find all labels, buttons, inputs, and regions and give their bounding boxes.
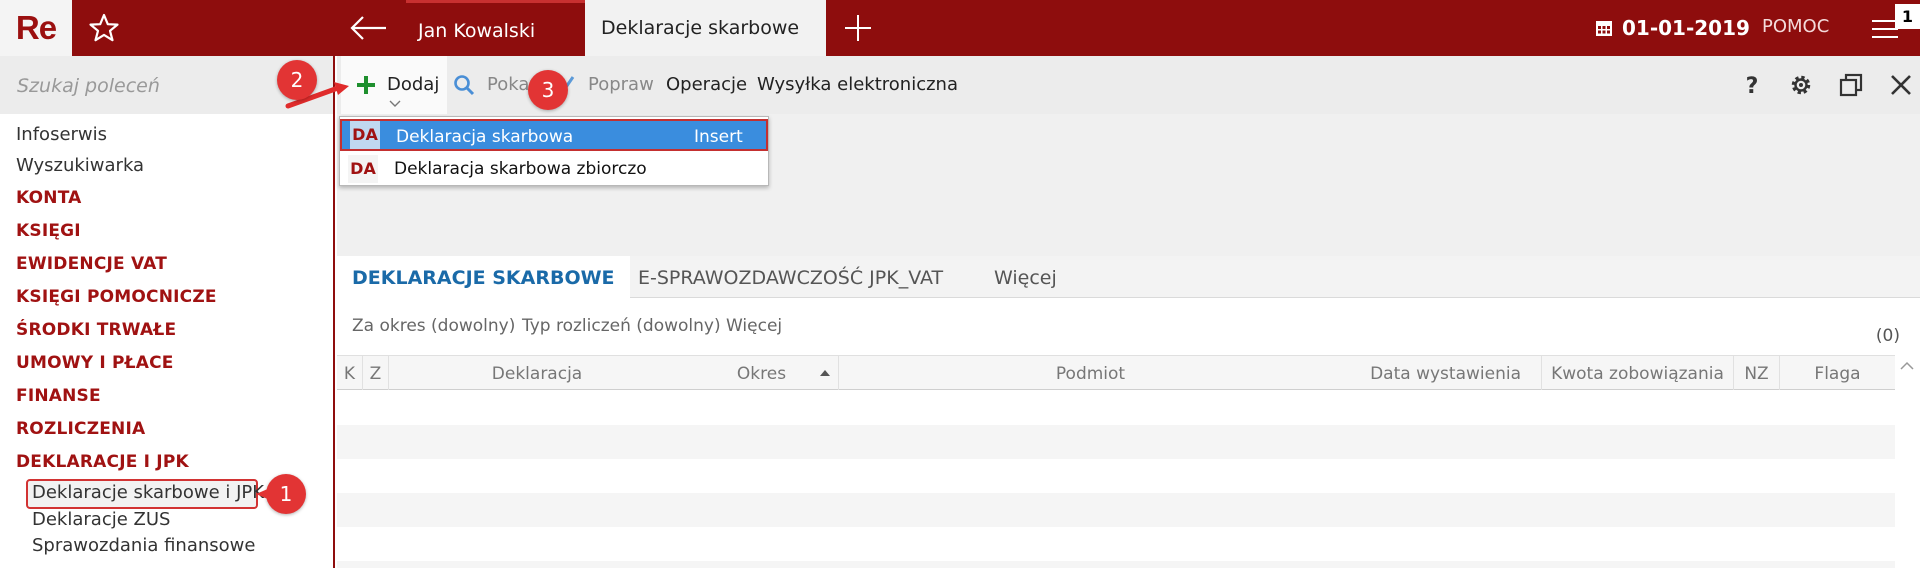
sidebar-item-ewidencje-vat[interactable]: EWIDENCJE VAT (16, 252, 167, 276)
menu-item-label: Deklaracja skarbowa zbiorczo (394, 159, 647, 179)
annotation-marker-2: 2 (277, 60, 317, 100)
chevron-down-icon (389, 100, 401, 107)
tab-e-sprawozdawczosc[interactable]: E-SPRAWOZDAWCZOŚĆ JPK_VAT (638, 256, 943, 298)
sidebar-item-umowy-i-place[interactable]: UMOWY I PŁACE (16, 351, 174, 375)
column-k[interactable]: K (337, 356, 363, 390)
menu-item-deklaracja-skarbowa-zbiorczo[interactable]: DA Deklaracja skarbowa zbiorczo (340, 153, 768, 185)
edit-button[interactable]: Popraw (588, 56, 654, 114)
calendar-icon[interactable] (1594, 18, 1614, 38)
restore-window-icon[interactable] (1838, 72, 1864, 98)
add-dropdown-menu: DA Deklaracja skarbowa Insert DA Deklara… (339, 116, 769, 186)
plus-icon (357, 76, 375, 94)
operations-menu[interactable]: Operacje (666, 56, 747, 114)
filter-settlement-type[interactable]: Typ rozliczeń (dowolny) (522, 299, 721, 351)
document-tabs: DEKLARACJE SKARBOWE E-SPRAWOZDAWCZOŚĆ JP… (337, 256, 1920, 298)
back-arrow-icon[interactable] (346, 10, 392, 46)
current-date[interactable]: 01-01-2019 (1622, 0, 1750, 56)
document-code-badge: DA (348, 155, 378, 183)
sidebar-item-sprawozdania-finansowe[interactable]: Sprawozdania finansowe (32, 534, 255, 558)
sidebar-item-wyszukiwarka[interactable]: Wyszukiwarka (16, 154, 144, 178)
column-podmiot[interactable]: Podmiot (839, 356, 1342, 390)
sidebar-item-konta[interactable]: KONTA (16, 186, 82, 210)
column-okres[interactable]: Okres (685, 356, 839, 390)
table-row (337, 493, 1895, 527)
annotation-marker-3: 3 (528, 70, 568, 110)
app-logo: Re (0, 0, 72, 56)
new-tab-plus-icon[interactable] (840, 10, 876, 46)
sidebar-item-rozliczenia[interactable]: ROZLICZENIA (16, 417, 145, 441)
column-nz[interactable]: NZ (1734, 356, 1780, 390)
table-row (337, 459, 1895, 493)
notification-badge: 1 (1895, 4, 1920, 29)
favorite-star-icon[interactable] (86, 10, 122, 46)
sidebar-item-ksiegi-pomocnicze[interactable]: KSIĘGI POMOCNICZE (16, 285, 217, 309)
grid-header: K Z Deklaracja Okres Podmiot Data wystaw… (337, 355, 1895, 390)
top-bar: Re Jan Kowalski Deklaracje skarbowe 01-0… (0, 0, 1920, 56)
sort-ascending-icon (820, 370, 830, 376)
column-z[interactable]: Z (363, 356, 389, 390)
tab-jan-kowalski[interactable]: Jan Kowalski (406, 0, 585, 56)
sidebar-item-deklaracje-zus[interactable]: Deklaracje ZUS (32, 508, 170, 532)
gear-icon[interactable] (1788, 72, 1814, 98)
filter-more[interactable]: Więcej (726, 299, 782, 351)
sidebar-item-srodki-trwale[interactable]: ŚRODKI TRWAŁE (16, 318, 176, 342)
question-icon[interactable]: ? (1739, 72, 1765, 98)
tab-wiecej[interactable]: Więcej (994, 256, 1057, 298)
sidebar-item-deklaracje-skarbowe-i-jpk[interactable]: Deklaracje skarbowe i JPK (32, 481, 264, 505)
column-kwota-zobowiazania[interactable]: Kwota zobowiązania (1542, 356, 1734, 390)
table-row (337, 561, 1895, 568)
scroll-up-chevron-icon[interactable] (1899, 360, 1915, 372)
filter-bar: Za okres (dowolny) Typ rozliczeń (dowoln… (337, 299, 1920, 355)
menu-item-label: Deklaracja skarbowa (396, 127, 574, 147)
sidebar-item-ksiegi[interactable]: KSIĘGI (16, 219, 81, 243)
sidebar-item-deklaracje-i-jpk[interactable]: DEKLARACJE I JPK (16, 450, 189, 474)
command-search-placeholder[interactable]: Szukaj poleceń (17, 56, 160, 114)
column-deklaracja[interactable]: Deklaracja (389, 356, 685, 390)
tab-deklaracje-skarbowe-list[interactable]: DEKLARACJE SKARBOWE (337, 256, 630, 298)
sidebar-item-finanse[interactable]: FINANSE (16, 384, 101, 408)
help-link[interactable]: POMOC (1762, 0, 1829, 56)
toolbar: Dodaj Pokaż Popraw Operacje Wysyłka elek… (337, 56, 1920, 114)
table-row (337, 391, 1895, 425)
menu-item-deklaracja-skarbowa[interactable]: DA Deklaracja skarbowa Insert (340, 119, 768, 151)
search-icon (454, 75, 475, 96)
annotation-marker-1: 1 (266, 474, 306, 514)
filter-period[interactable]: Za okres (dowolny) (352, 299, 515, 351)
table-row (337, 527, 1895, 561)
column-data-wystawienia[interactable]: Data wystawienia (1342, 356, 1542, 390)
document-code-badge: DA (350, 121, 380, 149)
record-count: (0) (1875, 326, 1900, 346)
close-icon[interactable] (1888, 72, 1914, 98)
svg-text:?: ? (1746, 74, 1759, 98)
app-window: Re Jan Kowalski Deklaracje skarbowe 01-0… (0, 0, 1920, 568)
electronic-send-menu[interactable]: Wysyłka elektroniczna (757, 56, 958, 114)
annotation-pointer (256, 488, 270, 500)
tab-deklaracje-skarbowe[interactable]: Deklaracje skarbowe (585, 0, 826, 56)
sidebar-item-infoserwis[interactable]: Infoserwis (16, 123, 107, 147)
menu-item-shortcut: Insert (694, 127, 743, 147)
column-flaga[interactable]: Flaga (1780, 356, 1895, 390)
table-row (337, 425, 1895, 459)
add-button[interactable]: Dodaj (341, 56, 447, 114)
